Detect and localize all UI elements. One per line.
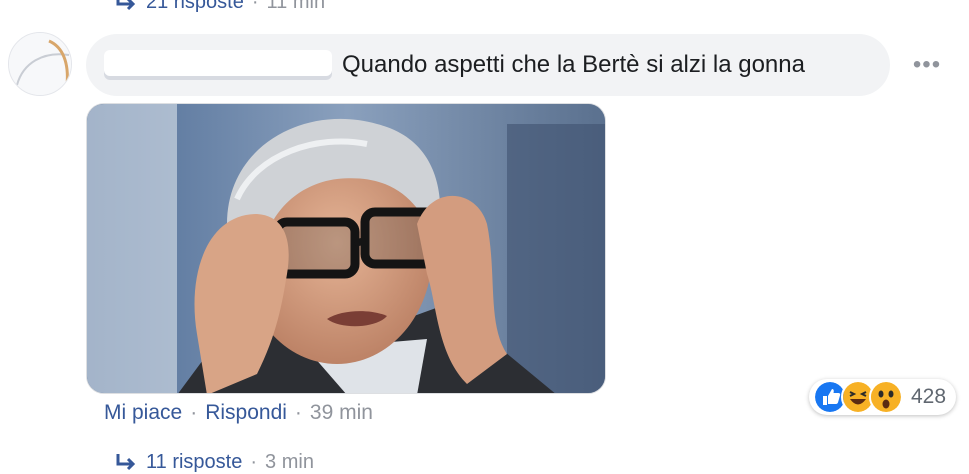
- replies-count-label[interactable]: 11 risposte: [146, 451, 242, 474]
- separator-dot: ·: [294, 401, 302, 424]
- reply-arrow-icon: [116, 0, 136, 11]
- avatar-image: [9, 33, 71, 95]
- replies-count-label[interactable]: 21 risposte: [146, 0, 244, 14]
- like-link[interactable]: Mi piace: [104, 401, 182, 425]
- view-replies-link-bottom[interactable]: 11 risposte · 3 min: [112, 450, 314, 474]
- comment-photo[interactable]: [86, 103, 606, 394]
- view-replies-link-top[interactable]: 21 risposte · 11 min: [112, 0, 326, 14]
- replies-time: 11 min: [266, 0, 326, 13]
- comment-bubble: Quando aspetti che la Bertè si alzi la g…: [86, 34, 890, 96]
- reactions-count: 428: [911, 385, 947, 408]
- commenter-avatar[interactable]: [8, 32, 72, 96]
- separator-dot: ·: [190, 401, 198, 424]
- more-options-button[interactable]: •••: [910, 51, 944, 78]
- comment-time[interactable]: 39 min: [310, 401, 373, 425]
- author-name-redacted[interactable]: [104, 50, 332, 80]
- comment-actions: Mi piace · Rispondi · 39 min: [104, 398, 373, 428]
- separator-dot: ·: [250, 450, 258, 473]
- reply-link[interactable]: Rispondi: [205, 401, 287, 425]
- reply-arrow-icon: [116, 454, 136, 471]
- separator-dot: ·: [251, 0, 259, 13]
- reactions-summary[interactable]: 428: [809, 379, 957, 415]
- more-dots-icon: •••: [912, 51, 942, 78]
- replies-time: 3 min: [265, 450, 314, 473]
- photo-image: [87, 104, 605, 393]
- comment-text: Quando aspetti che la Bertè si alzi la g…: [342, 51, 805, 78]
- wow-reaction-icon: [869, 380, 903, 414]
